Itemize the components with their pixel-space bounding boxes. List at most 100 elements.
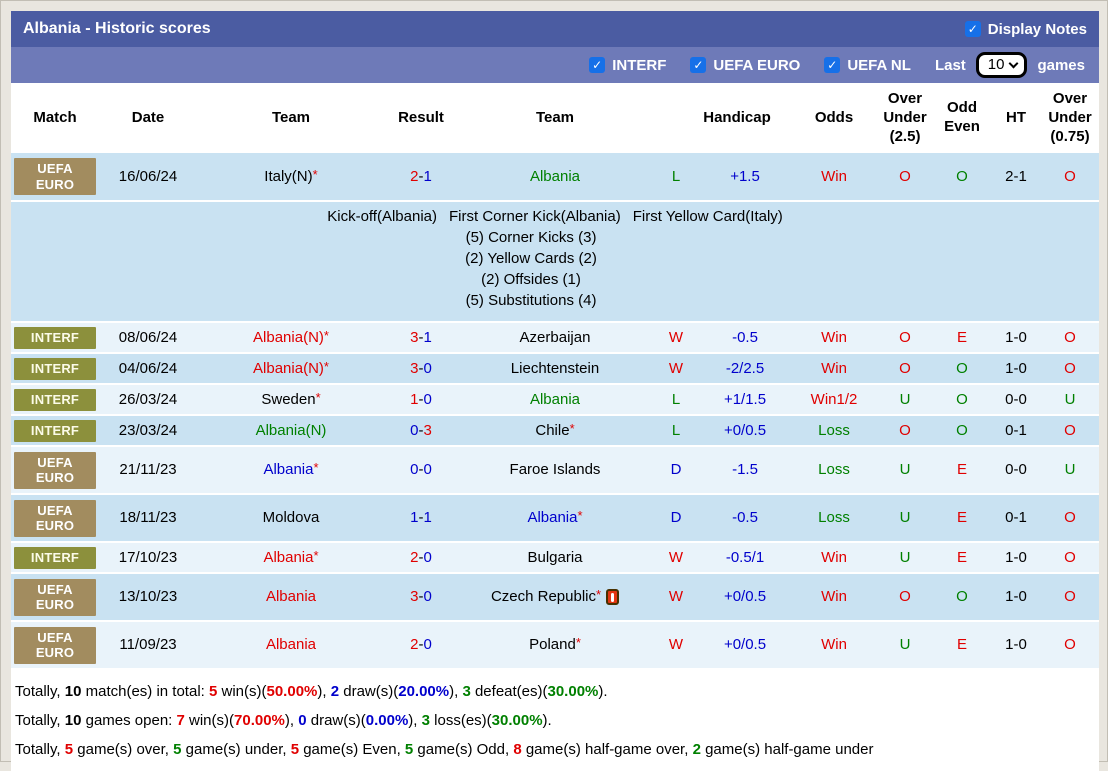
match-row: UEFA EURO 21/11/23 Albania* 0-0 Faroe Island… — [11, 446, 1100, 496]
team-name: Albania(N) — [253, 328, 324, 346]
wld-indicator: W — [668, 328, 684, 346]
filters-bar: ✓ INTERF ✓ UEFA EURO ✓ UEFA NL Last 10 g… — [11, 47, 1099, 83]
odd-even-cell: O — [933, 415, 992, 448]
team-name: Albania — [265, 588, 317, 606]
col-over-under-075: Over Under (0.75) — [1041, 83, 1100, 154]
star-marker: * — [569, 420, 575, 436]
away-goals: 0 — [423, 359, 432, 377]
competition-badge: UEFA EURO — [14, 626, 96, 664]
team-name: Albania — [263, 548, 314, 566]
team-cell: Poland* — [457, 621, 653, 671]
team-cell: Sweden* — [197, 384, 385, 417]
totals-segment: ), — [284, 712, 299, 730]
competition-badge: UEFA EURO — [14, 578, 96, 616]
uefa-nl-checkbox-icon[interactable]: ✓ — [824, 57, 841, 73]
note-stat-line: (2) Offsides (1) — [481, 271, 581, 289]
note-item: First Corner Kick(Albania) — [449, 208, 621, 226]
over-under-0-75: U — [1064, 390, 1076, 408]
match-row: INTERF 17/10/23 Albania* 2-0 Bulgaria W -0.5/1… — [11, 542, 1100, 575]
over-under-0-75-cell: O — [1041, 573, 1100, 623]
totals-line: Totally, 10 match(es) in total: 5 win(s)… — [15, 678, 1095, 707]
col-team-away: Team — [457, 83, 653, 154]
over-under-2-5-cell: O — [877, 415, 934, 448]
over-under-2-5: O — [899, 359, 911, 377]
handicap-value-cell: -0.5 — [699, 322, 792, 355]
home-goals: 2 — [410, 548, 419, 566]
ht-score: 0-1 — [991, 494, 1042, 544]
totals-segment: loss(es)( — [429, 712, 492, 730]
totals-segment: 5 — [64, 741, 74, 759]
match-date: 04/06/24 — [99, 353, 197, 386]
note-stat-line: (5) Substitutions (4) — [465, 292, 597, 310]
team-cell: Albania(N)* — [197, 353, 385, 386]
odds-value: Win — [821, 328, 847, 346]
filter-interf[interactable]: ✓ INTERF — [589, 57, 666, 74]
odd-even: E — [957, 461, 968, 479]
star-marker: * — [323, 327, 329, 343]
team-name: Azerbaijan — [519, 328, 591, 346]
star-marker: * — [577, 508, 583, 524]
handicap-value-cell: +0/0.5 — [699, 621, 792, 671]
over-under-0-75-cell: O — [1041, 415, 1100, 448]
games-label: games — [1037, 56, 1085, 74]
last-label: Last — [934, 56, 966, 74]
handicap-value: +1.5 — [730, 167, 760, 185]
home-goals: 3 — [410, 359, 419, 377]
wld-indicator-cell: W — [653, 573, 699, 623]
match-cell: UEFA EURO — [11, 153, 99, 203]
star-marker: * — [313, 460, 319, 476]
totals-segment: ). — [598, 683, 608, 701]
col-over-under-25: Over Under (2.5) — [877, 83, 934, 154]
ht-score: 1-0 — [991, 353, 1042, 386]
totals-segment: win(s)( — [217, 683, 267, 701]
last-games-select[interactable]: 10 — [975, 52, 1028, 78]
team-cell: Moldova — [197, 494, 385, 544]
team-cell: Albania — [457, 153, 653, 203]
wld-indicator: L — [671, 390, 681, 408]
filter-uefa-euro[interactable]: ✓ UEFA EURO — [690, 57, 800, 74]
interf-checkbox-icon[interactable]: ✓ — [589, 57, 606, 73]
totals-segment: 3 — [421, 712, 430, 730]
over-under-0-75-cell: O — [1041, 153, 1100, 203]
handicap-value-cell: +0/0.5 — [699, 415, 792, 448]
uefa-euro-checkbox-icon[interactable]: ✓ — [690, 57, 707, 73]
over-under-2-5: U — [899, 636, 911, 654]
totals-segment: game(s) Odd, — [413, 741, 514, 759]
match-cell: UEFA EURO — [11, 494, 99, 544]
filter-uefa-nl[interactable]: ✓ UEFA NL — [824, 57, 911, 74]
handicap-value: +0/0.5 — [723, 421, 767, 439]
filter-uefa-nl-label: UEFA NL — [847, 56, 911, 74]
team-cell: Bulgaria — [457, 542, 653, 575]
odd-even-cell: E — [933, 446, 992, 496]
score: 3-1 — [385, 322, 457, 355]
page-title: Albania - Historic scores — [23, 20, 211, 37]
ht-score: 0-0 — [991, 446, 1042, 496]
odd-even-cell: E — [933, 322, 992, 355]
odds-value: Loss — [818, 461, 850, 479]
filter-interf-label: INTERF — [612, 56, 667, 74]
over-under-0-75: O — [1064, 588, 1076, 606]
totals-segment: draw(s)( — [306, 712, 366, 730]
odds-value: Loss — [818, 421, 850, 439]
totals-footer: Totally, 10 match(es) in total: 5 win(s)… — [11, 670, 1099, 771]
odd-even: O — [956, 359, 968, 377]
note-item: First Yellow Card(Italy) — [632, 208, 783, 226]
totals-segment: ). — [542, 712, 552, 730]
handicap-value-cell: +0/0.5 — [699, 573, 792, 623]
match-row: INTERF 23/03/24 Albania(N) 0-3 Chile* L +0/0.5… — [11, 415, 1100, 448]
notes-row: Kick-off(Albania) First Corner Kick(Alban… — [11, 201, 1100, 324]
totals-segment: Totally, — [15, 683, 65, 701]
team-cell: Albania — [197, 621, 385, 671]
wld-indicator: D — [670, 509, 682, 527]
page: Albania - Historic scores ✓ Display Note… — [1, 1, 1108, 771]
team-cell: Italy(N)* — [197, 153, 385, 203]
over-under-2-5-cell: O — [877, 353, 934, 386]
competition-badge: INTERF — [14, 546, 96, 569]
totals-segment: Totally, — [15, 741, 65, 759]
away-goals: 3 — [423, 421, 432, 439]
score: 2-1 — [385, 153, 457, 203]
match-date: 26/03/24 — [99, 384, 197, 417]
display-notes-toggle[interactable]: ✓ Display Notes — [964, 21, 1087, 38]
over-under-2-5: O — [899, 328, 911, 346]
display-notes-checkbox-icon[interactable]: ✓ — [964, 21, 981, 37]
